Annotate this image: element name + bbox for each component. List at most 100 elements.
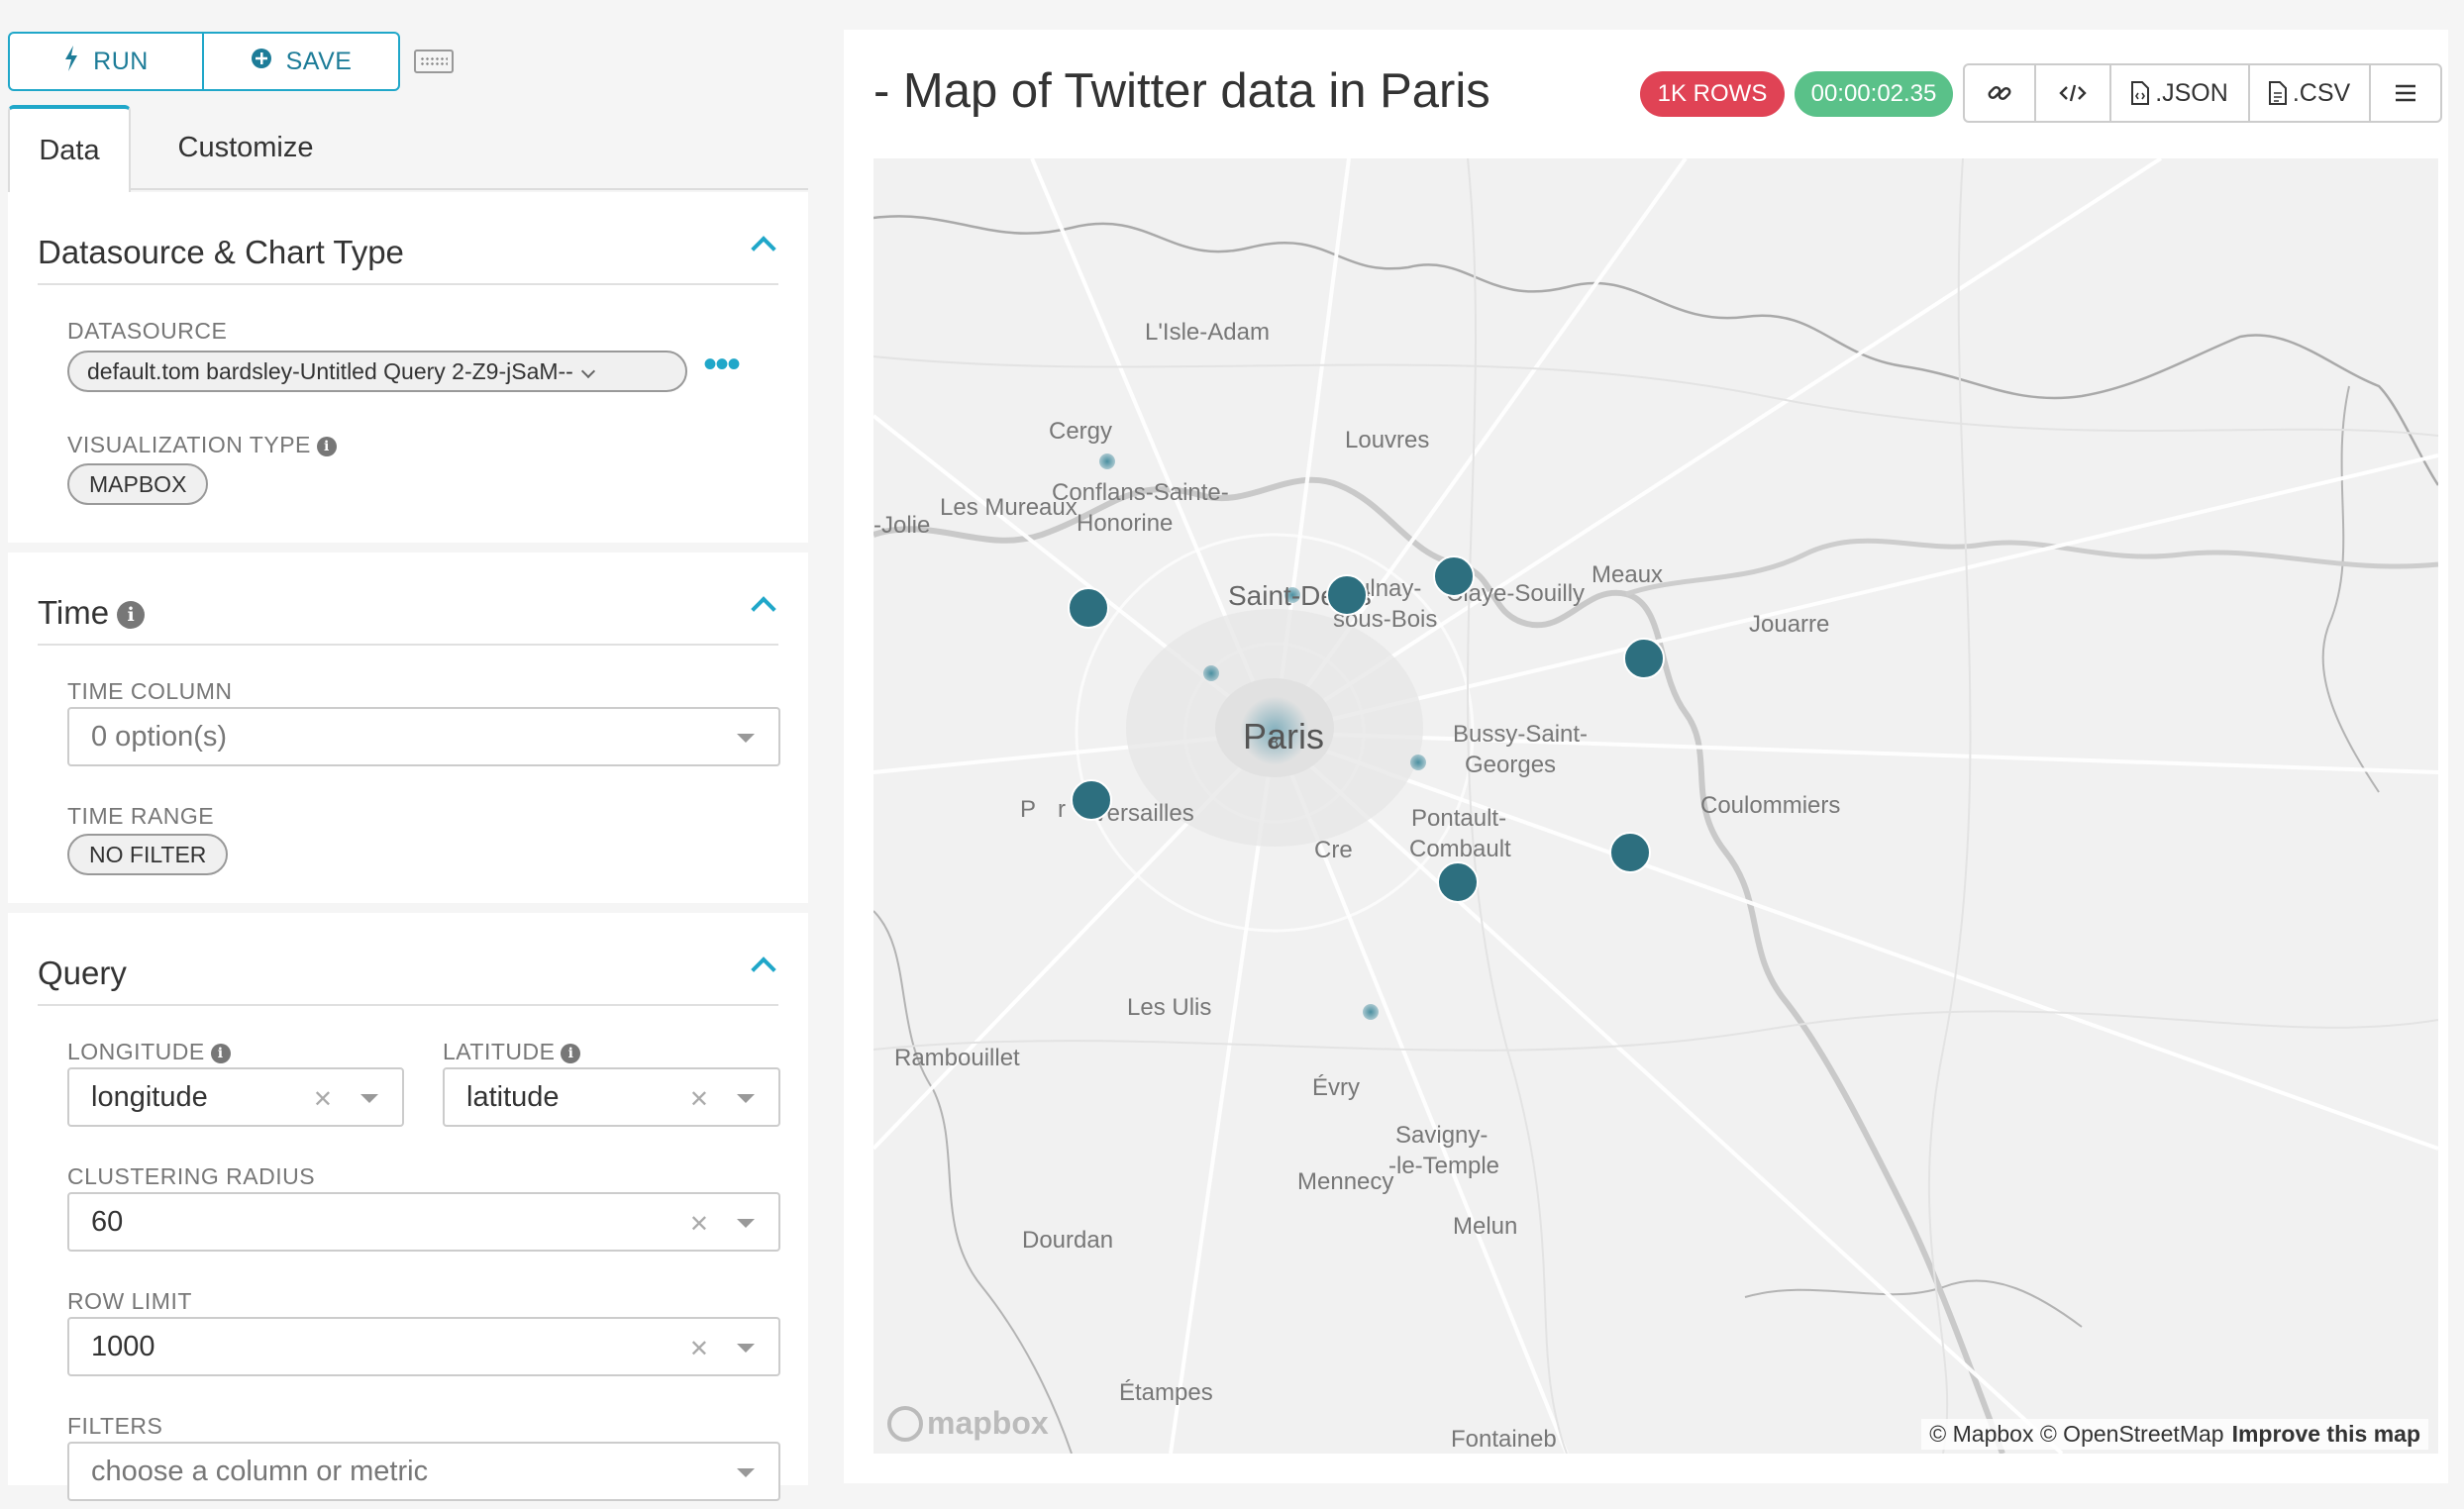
chevron-up-icon[interactable] xyxy=(751,596,776,622)
info-icon[interactable]: i xyxy=(316,437,337,456)
clustering-radius-label: CLUSTERING RADIUS xyxy=(67,1163,316,1189)
csv-label: .CSV xyxy=(2292,78,2351,107)
control-panel: RUN SAVE Data Customize Datasource & Cha… xyxy=(8,30,808,1501)
city-label-paris: Paris xyxy=(1243,716,1325,756)
cluster-point[interactable] xyxy=(1609,832,1651,873)
time-column-select[interactable]: 0 option(s) xyxy=(67,707,780,766)
place-label: Conflans-Sainte- xyxy=(1052,479,1229,506)
map-canvas[interactable]: L'Isle-Adam Cergy Louvres Conflans-Saint… xyxy=(873,158,2438,1454)
time-range-value: NO FILTER xyxy=(89,841,207,867)
info-icon[interactable]: i xyxy=(117,601,146,629)
place-label: Rambouillet xyxy=(894,1045,1020,1071)
info-icon[interactable]: i xyxy=(561,1044,581,1063)
place-label: Étampes xyxy=(1119,1379,1213,1406)
latitude-select[interactable]: latitude ✕ xyxy=(443,1067,780,1127)
row-limit-select[interactable]: 1000 ✕ xyxy=(67,1317,780,1376)
tab-customize[interactable]: Customize xyxy=(156,105,335,190)
time-column-placeholder: 0 option(s) xyxy=(91,720,228,753)
chevron-up-icon[interactable] xyxy=(751,236,776,261)
query-section: Query LONGITUDE i longitude ✕ LATITUDE i l… xyxy=(8,913,808,1501)
place-label: Coulommiers xyxy=(1700,792,1841,819)
latitude-value: latitude xyxy=(466,1080,560,1113)
heat-glow xyxy=(1203,665,1219,681)
place-label: Honorine xyxy=(1077,510,1174,537)
latitude-label-text: LATITUDE xyxy=(443,1039,556,1064)
cluster-point[interactable] xyxy=(1326,574,1368,616)
place-label: Mennecy xyxy=(1297,1168,1394,1195)
longitude-label-text: LONGITUDE xyxy=(67,1039,205,1064)
time-range-button[interactable]: NO FILTER xyxy=(67,834,229,875)
longitude-select[interactable]: longitude ✕ xyxy=(67,1067,404,1127)
section-title: Time i xyxy=(38,594,146,632)
query-timer-badge: 00:00:02.35 xyxy=(1795,71,1953,117)
mapbox-logo[interactable]: mapbox xyxy=(887,1405,1049,1442)
place-label: Les Mureaux xyxy=(940,494,1078,521)
panel-tabs: Data Customize xyxy=(8,105,808,192)
longitude-value: longitude xyxy=(91,1080,208,1113)
clear-icon[interactable]: ✕ xyxy=(313,1085,333,1114)
filters-select[interactable]: choose a column or metric xyxy=(67,1442,780,1501)
place-label-partial: r xyxy=(1058,796,1066,823)
map-attribution: © Mapbox © OpenStreetMap Improve this map xyxy=(1921,1419,2428,1450)
menu-icon[interactable] xyxy=(2371,65,2440,121)
viz-type-label: VISUALIZATION TYPE i xyxy=(67,432,337,458)
row-limit-value: 1000 xyxy=(91,1330,155,1362)
clear-icon[interactable]: ✕ xyxy=(689,1210,709,1239)
heat-glow xyxy=(1410,754,1426,770)
place-label: Fontaineb xyxy=(1451,1426,1557,1453)
save-button[interactable]: SAVE xyxy=(204,34,398,89)
caret-down-icon xyxy=(360,1094,378,1103)
run-label: RUN xyxy=(93,47,149,75)
time-section-header[interactable]: Time i xyxy=(38,553,778,646)
keyboard-shortcuts-icon[interactable] xyxy=(414,50,454,73)
bolt-icon xyxy=(63,45,79,78)
datasource-select[interactable]: default.tom bardsley-Untitled Query 2-Z9… xyxy=(67,351,687,392)
chart-panel: - Map of Twitter data in Paris 1K ROWS 0… xyxy=(844,30,2448,1483)
run-save-group: RUN SAVE xyxy=(8,32,400,91)
cluster-point[interactable] xyxy=(1437,861,1479,903)
datasource-section-header[interactable]: Datasource & Chart Type xyxy=(38,192,778,285)
clustering-radius-select[interactable]: 60 ✕ xyxy=(67,1192,780,1252)
improve-map-link[interactable]: Improve this map xyxy=(2232,1421,2420,1447)
more-options-icon[interactable]: ••• xyxy=(703,345,741,384)
cluster-count: 8 xyxy=(1270,735,1279,752)
time-title-text: Time xyxy=(38,594,110,631)
place-label-partial: P xyxy=(1020,796,1037,823)
query-section-header[interactable]: Query xyxy=(38,913,778,1006)
tab-customize-label: Customize xyxy=(177,131,314,163)
plus-circle-icon xyxy=(251,48,272,76)
tab-data[interactable]: Data xyxy=(8,105,131,192)
run-button[interactable]: RUN xyxy=(10,34,204,89)
query-toolbar: RUN SAVE xyxy=(8,32,454,91)
info-icon[interactable]: i xyxy=(210,1044,231,1063)
export-csv-button[interactable]: .CSV xyxy=(2250,65,2371,121)
place-label: Les Ulis xyxy=(1127,994,1212,1021)
chevron-up-icon[interactable] xyxy=(751,956,776,982)
filters-label: FILTERS xyxy=(67,1413,163,1439)
mapbox-logo-icon xyxy=(887,1405,923,1442)
link-icon[interactable] xyxy=(1965,65,2036,121)
place-label: -Jolie xyxy=(873,512,931,539)
cluster-point[interactable] xyxy=(1433,555,1475,597)
cluster-point[interactable] xyxy=(1068,587,1109,629)
chevron-down-icon xyxy=(580,363,595,379)
file-text-icon xyxy=(2268,81,2287,105)
clear-icon[interactable]: ✕ xyxy=(689,1085,709,1114)
latitude-label: LATITUDE i xyxy=(443,1039,581,1065)
cluster-point[interactable] xyxy=(1071,779,1112,821)
viz-type-button[interactable]: MAPBOX xyxy=(67,463,209,505)
embed-code-icon[interactable] xyxy=(2036,65,2111,121)
chart-title[interactable]: - Map of Twitter data in Paris xyxy=(873,63,1490,119)
filters-placeholder: choose a column or metric xyxy=(91,1455,429,1487)
caret-down-icon xyxy=(737,1219,755,1228)
datasource-label: DATASOURCE xyxy=(67,318,228,344)
caret-down-icon xyxy=(737,1468,755,1477)
caret-down-icon xyxy=(737,1344,755,1353)
clustering-radius-value: 60 xyxy=(91,1205,124,1238)
clear-icon[interactable]: ✕ xyxy=(689,1335,709,1363)
datasource-section: Datasource & Chart Type DATASOURCE defau… xyxy=(8,192,808,543)
attribution-text[interactable]: © Mapbox © OpenStreetMap xyxy=(1929,1421,2223,1447)
export-json-button[interactable]: .JSON xyxy=(2111,65,2250,121)
place-label-partial: Cre xyxy=(1314,837,1353,863)
cluster-point[interactable] xyxy=(1623,638,1665,679)
